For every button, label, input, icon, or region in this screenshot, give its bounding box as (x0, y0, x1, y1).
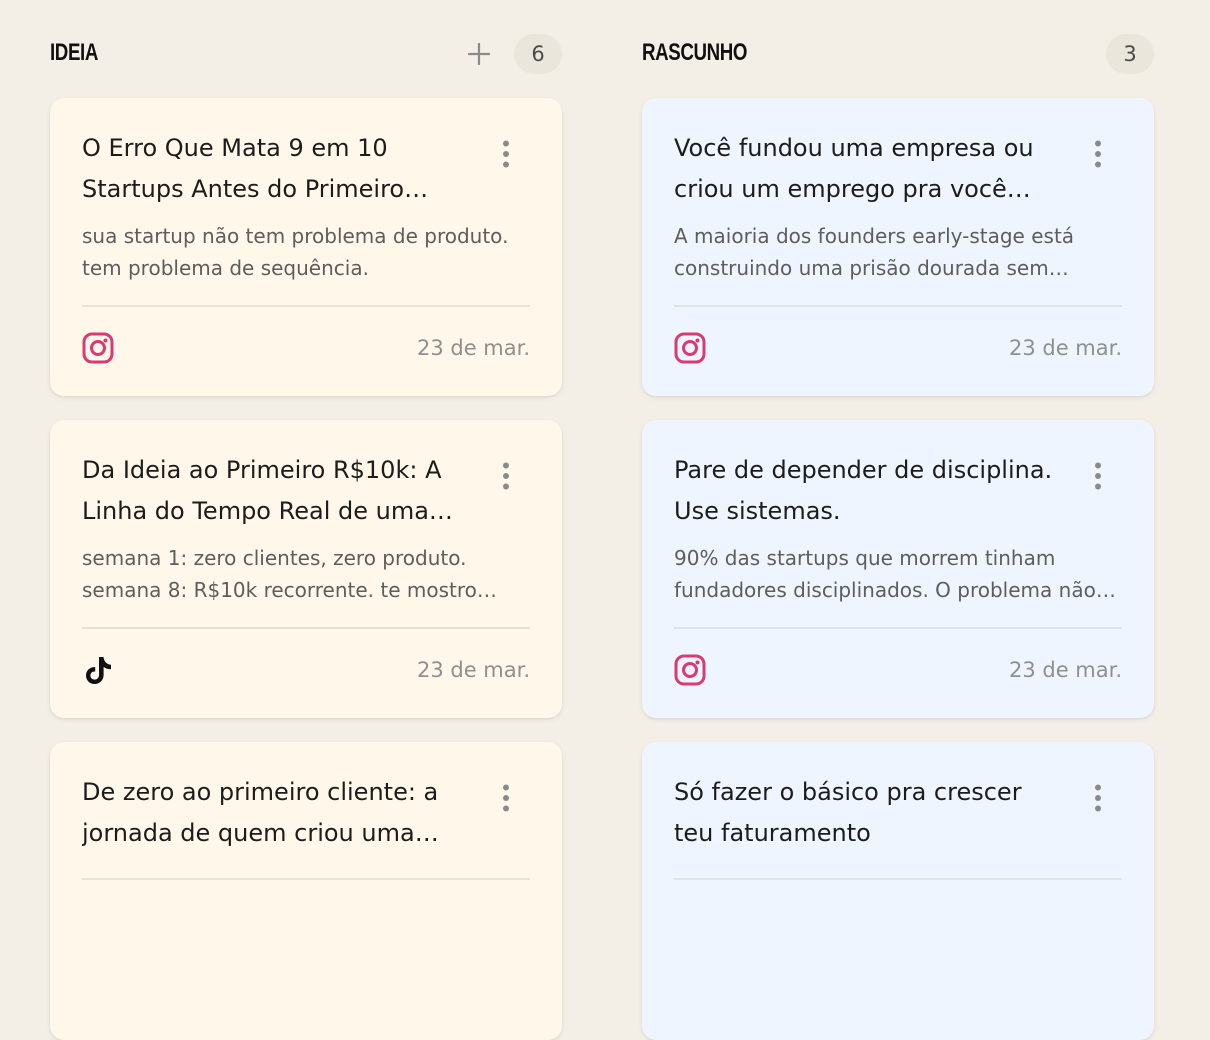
card-date: 23 de mar. (1008, 658, 1122, 682)
card-title: Da Ideia ao Primeiro R$10k: A Linha do T… (82, 456, 442, 525)
card-menu-button[interactable] (490, 460, 522, 492)
card-count-badge: 3 (1106, 34, 1154, 74)
card-divider (674, 878, 1122, 880)
instagram-icon (674, 332, 706, 364)
card-title: De zero ao primeiro cliente: a jornada d… (82, 778, 439, 847)
card-date: 23 de mar. (416, 336, 530, 360)
column-ideia: IDEIA 6 O Erro Que Mata 9 em 10 Startups… (50, 0, 562, 1040)
card-menu-button[interactable] (1082, 460, 1114, 492)
content-card[interactable]: Pare de depender de disciplina. Use sist… (642, 420, 1154, 718)
card-count-badge: 6 (514, 34, 562, 74)
card-divider (82, 627, 530, 629)
content-card[interactable]: De zero ao primeiro cliente: a jornada d… (50, 742, 562, 1040)
instagram-icon (674, 654, 706, 686)
card-menu-button[interactable] (1082, 138, 1114, 170)
add-card-button[interactable] (464, 37, 494, 71)
card-menu-button[interactable] (490, 138, 522, 170)
card-title: Você fundou uma empresa ou criou um empr… (674, 134, 1034, 203)
column-rascunho: RASCUNHO 3 Você fundou uma empresa ou cr… (642, 0, 1154, 1040)
card-date: 23 de mar. (416, 658, 530, 682)
card-divider (674, 305, 1122, 307)
plus-icon (467, 42, 491, 66)
card-description: 90% das startups que morrem tinham funda… (674, 546, 1096, 602)
column-title: IDEIA (50, 39, 98, 66)
card-title: Pare de depender de disciplina. Use sist… (674, 456, 1053, 525)
card-divider (674, 627, 1122, 629)
card-title: O Erro Que Mata 9 em 10 Startups Antes d… (82, 134, 405, 203)
card-description: A maioria dos founders early-stage está … (674, 224, 1075, 280)
more-vertical-icon (1095, 140, 1101, 168)
card-divider (82, 305, 530, 307)
more-vertical-icon (1095, 462, 1101, 490)
more-vertical-icon (503, 140, 509, 168)
more-vertical-icon (1095, 784, 1101, 812)
more-vertical-icon (503, 462, 509, 490)
instagram-icon (82, 332, 114, 364)
content-card[interactable]: Da Ideia ao Primeiro R$10k: A Linha do T… (50, 420, 562, 718)
card-description: sua startup não tem problema de produto.… (82, 224, 509, 280)
column-title: RASCUNHO (642, 39, 748, 66)
more-vertical-icon (503, 784, 509, 812)
card-divider (82, 878, 530, 880)
column-header: IDEIA 6 (50, 0, 562, 98)
card-description: semana 1: zero clientes, zero produto. s… (82, 546, 477, 602)
card-menu-button[interactable] (1082, 782, 1114, 814)
card-title: Só fazer o básico pra crescer teu fatura… (674, 778, 1022, 847)
column-header: RASCUNHO 3 (642, 0, 1154, 98)
card-date: 23 de mar. (1008, 336, 1122, 360)
tiktok-icon (86, 657, 111, 684)
content-card[interactable]: Você fundou uma empresa ou criou um empr… (642, 98, 1154, 396)
content-card[interactable]: Só fazer o básico pra crescer teu fatura… (642, 742, 1154, 1040)
content-card[interactable]: O Erro Que Mata 9 em 10 Startups Antes d… (50, 98, 562, 396)
card-menu-button[interactable] (490, 782, 522, 814)
